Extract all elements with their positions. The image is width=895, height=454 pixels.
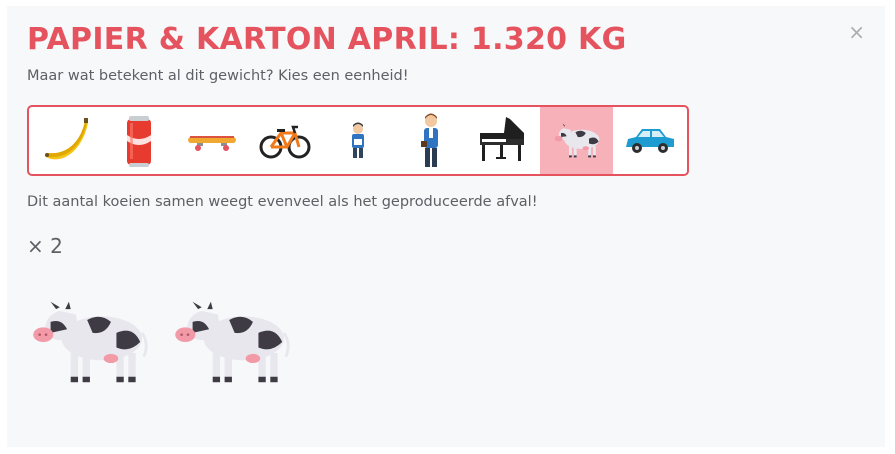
- unit-option-car[interactable]: [613, 107, 686, 174]
- cow-illustration: [175, 301, 290, 383]
- unit-option-cow[interactable]: [540, 107, 613, 174]
- unit-option-banana[interactable]: [29, 107, 102, 174]
- unit-option-grand-piano[interactable]: [467, 107, 540, 174]
- unit-option-child[interactable]: [321, 107, 394, 174]
- cow-icon: [554, 122, 599, 157]
- unit-description: Dit aantal koeien samen weegt evenveel a…: [27, 194, 538, 210]
- close-icon[interactable]: ×: [848, 22, 865, 42]
- multiplier-count: × 2: [27, 234, 63, 258]
- skateboard-icon: [187, 135, 236, 151]
- cow-illustration: [33, 301, 148, 383]
- unit-comparison-modal: × PAPIER & KARTON APRIL: 1.320 KG Maar w…: [7, 6, 885, 447]
- man-icon: [420, 113, 438, 167]
- child-icon: [351, 122, 364, 158]
- soda-can-icon: [126, 115, 151, 167]
- subtitle: Maar wat betekent al dit gewicht? Kies e…: [27, 68, 409, 84]
- bicycle-icon: [259, 125, 310, 158]
- grand-piano-icon: [479, 116, 524, 161]
- unit-option-soda-can[interactable]: [102, 107, 175, 174]
- car-icon: [625, 128, 674, 153]
- banana-icon: [44, 117, 88, 159]
- unit-picker: [27, 105, 689, 176]
- unit-option-man[interactable]: [394, 107, 467, 174]
- unit-option-skateboard[interactable]: [175, 107, 248, 174]
- unit-option-bicycle[interactable]: [248, 107, 321, 174]
- page-title: PAPIER & KARTON APRIL: 1.320 KG: [27, 22, 627, 57]
- cow-illustrations: [25, 292, 295, 392]
